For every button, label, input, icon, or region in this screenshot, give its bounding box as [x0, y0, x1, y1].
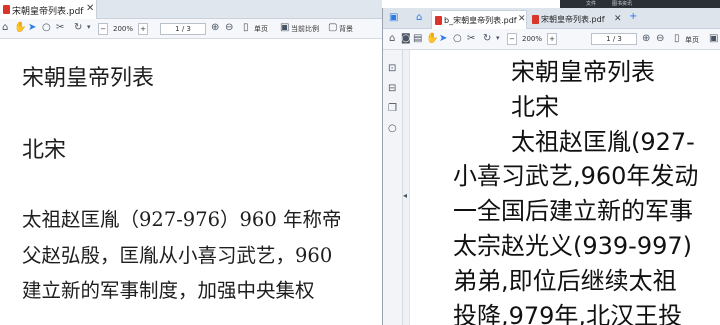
- close-icon[interactable]: ✕: [86, 4, 94, 14]
- pdf-file-icon: [532, 15, 539, 24]
- pdf-file-icon: [3, 5, 10, 14]
- select-cursor-icon[interactable]: ➤: [28, 23, 36, 33]
- strip-menu-file: 文件: [586, 1, 597, 7]
- actual-size-icon[interactable]: ▣: [709, 34, 718, 44]
- left-sidebar: ⊡ ⊟ ❐ ○: [383, 50, 403, 325]
- zoom-level[interactable]: 200%: [109, 23, 137, 35]
- doc-paragraph-line: 弟弟,即位后继续太祖: [453, 267, 677, 295]
- open-folder-icon[interactable]: ⌂: [389, 34, 395, 44]
- doc-title: 宋朝皇帝列表: [511, 58, 655, 86]
- open-folder-icon[interactable]: ⌂: [2, 23, 8, 33]
- save-icon[interactable]: ◙: [401, 34, 411, 44]
- background-window-strip: 文件 图书资讯: [560, 0, 720, 8]
- right-tab-inactive[interactable]: 宋朝皇帝列表.pdf: [529, 10, 625, 29]
- left-document-page: 宋朝皇帝列表 北宋 太祖赵匡胤（927-976）960 年称帝 父赵弘殷，匡胤从…: [0, 40, 382, 325]
- scissors-icon[interactable]: ✂: [56, 23, 64, 33]
- actual-size-icon[interactable]: ▣: [280, 23, 289, 33]
- circle-tool-icon[interactable]: ○: [453, 34, 462, 44]
- left-toolbar: ⌂ ✋ ➤ ○ ✂ ↻ ▾ − 200% + 1 / 3 ⊕ ⊖ ▯ 单页 ▣ …: [0, 19, 382, 39]
- single-page-icon[interactable]: ▯: [674, 34, 680, 44]
- doc-paragraph-line: 太宗赵光义(939-997): [453, 232, 693, 260]
- zoom-out-button[interactable]: −: [507, 33, 517, 45]
- right-tab2-title: 宋朝皇帝列表.pdf: [541, 15, 605, 24]
- thumbnail-icon[interactable]: ⊡: [388, 64, 396, 74]
- page-number-input[interactable]: 1 / 3: [591, 33, 637, 45]
- circle-tool-icon[interactable]: ○: [42, 23, 51, 33]
- doc-section-heading: 北宋: [511, 93, 559, 121]
- actual-ratio-label[interactable]: 当前比例: [291, 26, 319, 33]
- comment-icon[interactable]: ○: [388, 124, 397, 134]
- rotate-icon[interactable]: ↻: [74, 23, 82, 33]
- doc-paragraph-line: 太祖赵匡胤（927-976）960 年称帝: [22, 208, 342, 231]
- doc-paragraph-line: 小喜习武艺,960年发动: [453, 162, 699, 190]
- print-icon[interactable]: ▤: [413, 34, 422, 44]
- single-page-label[interactable]: 单页: [254, 26, 268, 33]
- zoom-level[interactable]: 200%: [518, 33, 546, 45]
- close-icon[interactable]: ✕: [614, 15, 622, 24]
- zoom-out-button[interactable]: −: [98, 23, 108, 35]
- doc-title: 宋朝皇帝列表: [22, 66, 155, 91]
- hand-tool-icon[interactable]: ✋: [426, 34, 438, 44]
- select-cursor-icon[interactable]: ➤: [439, 34, 447, 44]
- next-page-icon[interactable]: ⊖: [656, 34, 664, 44]
- left-tab-bar: 宋朝皇帝列表.pdf ✕: [0, 0, 382, 19]
- doc-paragraph-line: 投降,979年,北汉王投: [453, 302, 683, 325]
- sidebar-collapse-gutter[interactable]: ◂: [403, 50, 410, 325]
- doc-section-heading: 北宋: [22, 138, 67, 163]
- doc-paragraph-line: 建立新的军事制度，加强中央集权: [22, 279, 315, 302]
- right-document-page: 宋朝皇帝列表 北宋 太祖赵匡胤(927- 小喜习武艺,960年发动 一全国后建立…: [411, 50, 720, 325]
- chevron-down-icon[interactable]: ▾: [87, 24, 91, 31]
- doc-paragraph-line: 父赵弘殷，匡胤从小喜习武艺，960: [22, 244, 333, 267]
- new-tab-icon[interactable]: +: [629, 12, 637, 22]
- left-pdf-window: 宋朝皇帝列表.pdf ✕ ⌂ ✋ ➤ ○ ✂ ↻ ▾ − 200% + 1 / …: [0, 0, 382, 325]
- collapse-arrow-icon[interactable]: ◂: [403, 192, 407, 200]
- zoom-in-button[interactable]: +: [138, 23, 148, 35]
- right-tab-title: b_宋朝皇帝列表.pdf: [444, 16, 517, 25]
- pages-icon[interactable]: ❐: [388, 104, 397, 114]
- doc-paragraph-line: 太祖赵匡胤(927-: [511, 128, 695, 156]
- doc-paragraph-line: 一全国后建立新的军事: [453, 197, 693, 225]
- right-toolbar: ⌂ ◙ ▤ ✋ ➤ ○ ✂ ↻ ▾ − 200% + 1 / 3 ⊕ ⊖ ▯ 单…: [383, 29, 720, 50]
- single-page-icon[interactable]: ▯: [243, 23, 249, 33]
- background-icon[interactable]: ▢: [328, 23, 337, 33]
- left-tab-active[interactable]: 宋朝皇帝列表.pdf: [0, 0, 97, 19]
- scissors-icon[interactable]: ✂: [467, 34, 475, 44]
- right-pdf-window: ▣ ⌂ b_宋朝皇帝列表.pdf ✕ 宋朝皇帝列表.pdf ✕ + ⌂ ◙ ▤ …: [382, 8, 720, 325]
- page-number-input[interactable]: 1 / 3: [160, 23, 206, 35]
- next-page-icon[interactable]: ⊖: [225, 23, 233, 33]
- home-icon[interactable]: ⌂: [416, 13, 422, 23]
- left-tab-title: 宋朝皇帝列表.pdf: [12, 7, 84, 17]
- strip-menu-news: 图书资讯: [612, 1, 633, 7]
- rotate-icon[interactable]: ↻: [483, 34, 491, 44]
- chevron-down-icon[interactable]: ▾: [496, 35, 500, 42]
- prev-page-icon[interactable]: ⊕: [211, 23, 219, 33]
- prev-page-icon[interactable]: ⊕: [642, 34, 650, 44]
- right-tab-active[interactable]: b_宋朝皇帝列表.pdf: [431, 10, 527, 29]
- single-page-label[interactable]: 单页: [685, 37, 699, 44]
- background-label[interactable]: 背景: [339, 26, 353, 33]
- bookmark-icon[interactable]: ⊟: [388, 84, 396, 94]
- right-tab-bar: ▣ ⌂ b_宋朝皇帝列表.pdf ✕ 宋朝皇帝列表.pdf ✕ +: [383, 8, 720, 29]
- close-icon[interactable]: ✕: [518, 15, 526, 24]
- app-logo-icon: ▣: [389, 12, 399, 23]
- hand-tool-icon[interactable]: ✋: [14, 23, 26, 33]
- pdf-file-icon: [435, 16, 442, 25]
- zoom-in-button[interactable]: +: [547, 33, 557, 45]
